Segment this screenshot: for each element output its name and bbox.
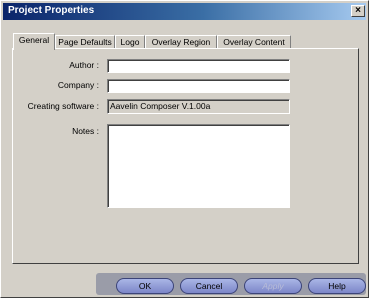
apply-button[interactable]: Apply: [244, 278, 302, 294]
ok-button[interactable]: OK: [116, 278, 174, 294]
tab-page-defaults[interactable]: Page Defaults: [55, 35, 115, 49]
creating-software-value: Aavelin Composer V.1.00a: [107, 99, 290, 114]
cancel-button[interactable]: Cancel: [180, 278, 238, 294]
creating-software-label: Creating software :: [27, 101, 99, 111]
company-label: Company :: [57, 80, 99, 90]
tab-logo[interactable]: Logo: [115, 35, 145, 49]
help-button[interactable]: Help: [308, 278, 366, 294]
title-bar[interactable]: Project Properties ×: [3, 3, 366, 20]
author-field[interactable]: [107, 59, 290, 73]
window-title: Project Properties: [8, 5, 95, 16]
notes-label: Notes :: [72, 126, 99, 136]
tab-overlay-region[interactable]: Overlay Region: [145, 35, 217, 49]
author-label: Author :: [69, 60, 99, 70]
close-button[interactable]: ×: [351, 5, 365, 17]
company-field[interactable]: [107, 79, 290, 93]
project-properties-dialog: Project Properties × General Page Defaul…: [0, 0, 369, 298]
close-icon: ×: [355, 5, 361, 16]
tab-general[interactable]: General: [13, 33, 55, 50]
tab-overlay-content[interactable]: Overlay Content: [217, 35, 291, 49]
notes-textarea[interactable]: [107, 124, 290, 208]
